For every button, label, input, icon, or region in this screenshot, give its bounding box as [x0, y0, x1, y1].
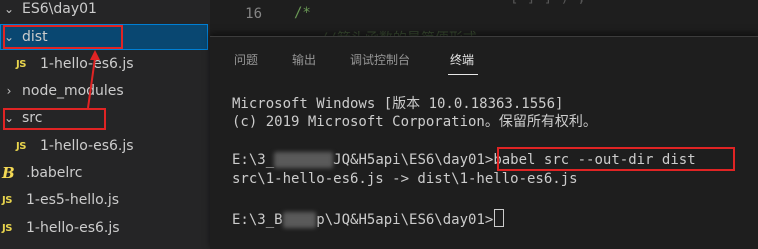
javascript-file-icon: JS	[2, 194, 12, 206]
code-editor[interactable]: [ ] ] ) ; 16 /* //箭头函数的最简便形式	[210, 0, 758, 36]
tree-item-root[interactable]: ⌄ ES6\day01	[0, 0, 210, 22]
bottom-panel: 问题 输出 调试控制台 终端 Microsoft Windows [版本 10.…	[210, 36, 758, 249]
tree-item-label: .babelrc	[26, 165, 83, 181]
terminal-prompt: JQ&H5api\ES6\day01>	[333, 152, 494, 168]
tree-item-label: node_modules	[22, 83, 124, 99]
terminal-prompt-line: E:\3_xxxxxxxJQ&H5api\ES6\day01>babel src…	[232, 152, 696, 168]
terminal-output: src\1-hello-es6.js -> dist\1-hello-es6.j…	[232, 171, 578, 187]
terminal-line: (c) 2019 Microsoft Corporation。保留所有权利。	[232, 114, 597, 130]
tree-item-src[interactable]: ⌄ src	[0, 105, 210, 131]
chevron-down-icon: ⌄	[3, 2, 15, 16]
terminal-prompt-line: E:\3_Bxxxxp\JQ&H5api\ES6\day01>	[232, 209, 505, 228]
panel-tabs: 问题 输出 调试控制台 终端	[210, 37, 758, 81]
explorer-sidebar: ⌄ ES6\day01 ⌄ dist JS 1-hello-es6.js › n…	[0, 0, 210, 249]
tree-item-label: 1-hello-es6.js	[40, 138, 134, 154]
tree-item-file[interactable]: JS 1-hello-es6.js	[0, 133, 210, 159]
tab-debug-console[interactable]: 调试控制台	[350, 51, 410, 68]
terminal-command: babel src --out-dir dist	[493, 152, 696, 168]
terminal-prompt: p\JQ&H5api\ES6\day01>	[316, 212, 494, 228]
tab-terminal[interactable]: 终端	[450, 51, 474, 68]
tree-item-label: dist	[22, 29, 48, 45]
babel-icon: B	[2, 164, 15, 182]
tab-problems[interactable]: 问题	[234, 51, 258, 68]
redacted-text: xxxx	[282, 212, 317, 228]
code-comment: /*	[294, 5, 311, 21]
vscode-window: ⌄ ES6\day01 ⌄ dist JS 1-hello-es6.js › n…	[0, 0, 758, 249]
line-number: 16	[245, 6, 262, 22]
chevron-down-icon: ⌄	[3, 30, 15, 44]
tree-item-file[interactable]: JS 1-es5-hello.js	[0, 187, 210, 213]
terminal-cursor[interactable]	[494, 209, 505, 227]
tree-item-label: ES6\day01	[22, 1, 97, 17]
tree-item-label: 1-hello-es6.js	[40, 56, 134, 72]
tree-item-file[interactable]: JS 1-hello-es6.js	[0, 51, 210, 77]
code-comment-faded: //箭头函数的最简便形式	[320, 28, 477, 36]
javascript-file-icon: JS	[16, 140, 26, 152]
chevron-down-icon: ⌄	[3, 111, 15, 125]
tree-item-babelrc[interactable]: B .babelrc	[0, 160, 210, 186]
tree-item-label: 1-hello-es6.js	[26, 220, 120, 236]
terminal-line: Microsoft Windows [版本 10.0.18363.1556]	[232, 96, 564, 112]
tree-item-label: src	[22, 110, 43, 126]
terminal-prompt: E:\3_B	[232, 212, 283, 228]
terminal-prompt: E:\3_	[232, 152, 275, 168]
chevron-right-icon: ›	[6, 84, 12, 98]
javascript-file-icon: JS	[16, 58, 26, 70]
tree-item-dist[interactable]: ⌄ dist	[0, 24, 208, 50]
redacted-text: xxxxxxx	[274, 152, 334, 168]
code-fragment: [ ] ] ) ;	[510, 0, 586, 6]
tab-output[interactable]: 输出	[292, 51, 316, 68]
tree-item-file[interactable]: JS 1-hello-es6.js	[0, 215, 210, 241]
javascript-file-icon: JS	[2, 222, 12, 234]
tree-item-label: 1-es5-hello.js	[26, 192, 120, 208]
tree-item-node-modules[interactable]: › node_modules	[0, 78, 210, 104]
active-tab-indicator	[448, 74, 478, 75]
